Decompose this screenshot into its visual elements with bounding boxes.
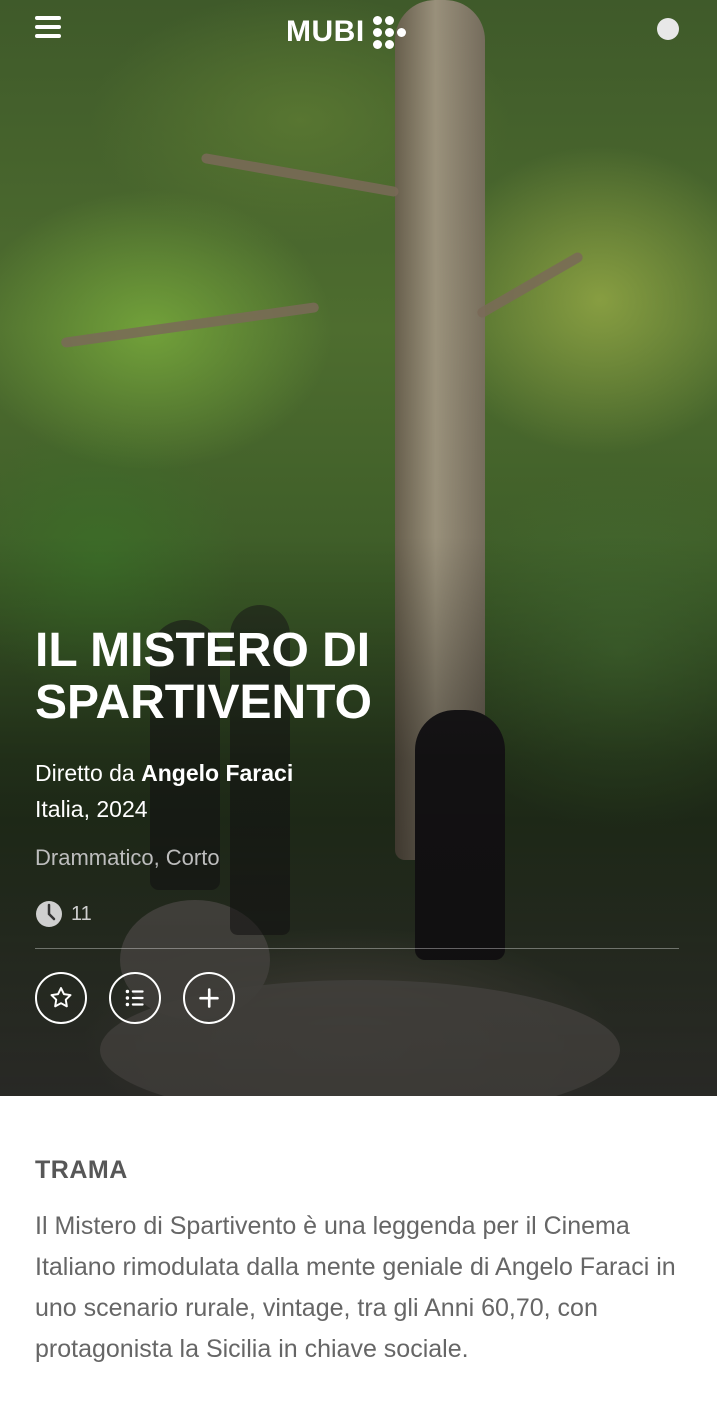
tree-branch <box>475 250 585 320</box>
avatar[interactable] <box>657 18 679 40</box>
rate-button[interactable] <box>35 972 87 1024</box>
plot-text: Il Mistero di Spartivento è una leggenda… <box>35 1212 676 1363</box>
country-year: Italia, 2024 <box>35 796 148 822</box>
star-icon <box>50 987 72 1008</box>
hero-banner: MUBI IL MISTERO DI SPARTIVENTO Diretto d… <box>0 0 717 1096</box>
director-name[interactable]: Angelo Faraci <box>141 760 293 786</box>
film-title: IL MISTERO DI SPARTIVENTO <box>35 624 372 729</box>
duration: 11 <box>35 900 92 928</box>
logo-dots-icon <box>372 15 406 49</box>
divider <box>35 948 679 949</box>
add-to-watchlist-button[interactable] <box>183 972 235 1024</box>
mubi-logo[interactable]: MUBI <box>286 10 406 54</box>
plot-heading: TRAMA <box>35 1156 128 1184</box>
director-prefix: Diretto da <box>35 760 135 786</box>
director-line: Diretto da Angelo Faraci <box>35 760 293 787</box>
plus-icon <box>199 988 219 1008</box>
top-bar: MUBI <box>0 0 717 60</box>
tree-branch <box>60 301 320 349</box>
logo-text: MUBI <box>286 15 365 48</box>
genres: Drammatico, Corto <box>35 845 220 870</box>
plot-section: TRAMA Il Mistero di Spartivento è una le… <box>0 1096 717 1414</box>
add-to-list-button[interactable] <box>109 972 161 1024</box>
clock-icon <box>36 901 62 927</box>
tree-branch <box>200 152 400 198</box>
list-icon <box>125 989 144 1007</box>
action-buttons <box>35 972 235 1024</box>
hamburger-menu-icon[interactable] <box>35 16 61 38</box>
duration-value: 11 <box>71 902 92 925</box>
